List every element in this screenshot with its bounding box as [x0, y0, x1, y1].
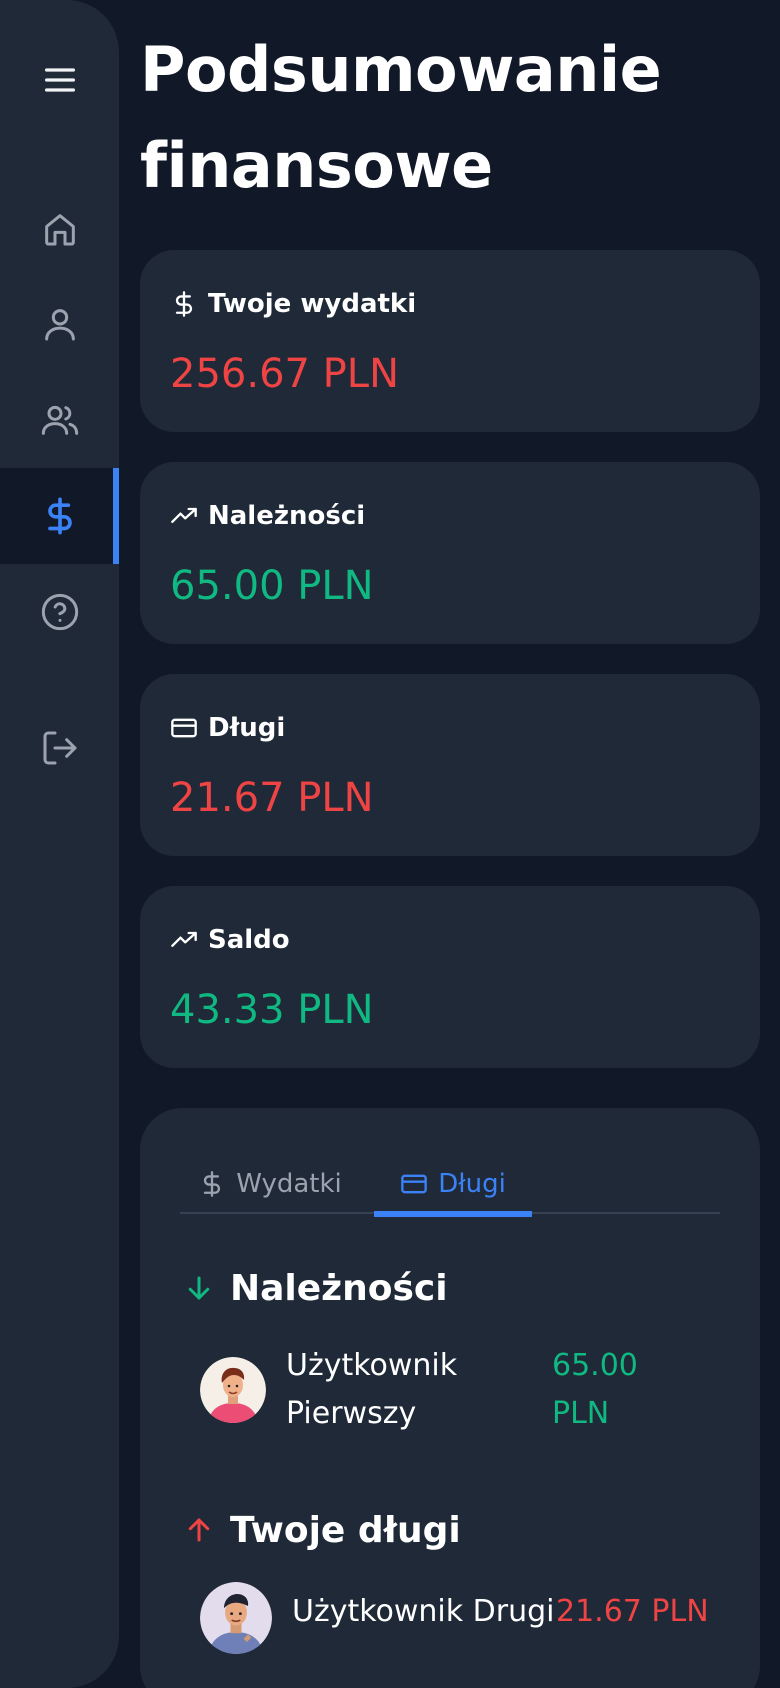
tab-label: Długi — [438, 1169, 506, 1199]
person-amount: 21.67 PLN — [556, 1594, 709, 1629]
list-item[interactable]: Użytkownik Pierwszy 65.00 PLN — [200, 1342, 740, 1438]
sidebar-item-logout[interactable] — [0, 700, 119, 796]
menu-button[interactable] — [0, 32, 119, 128]
tab-expenses[interactable]: Wydatki — [190, 1154, 350, 1214]
tab-debts[interactable]: Długi — [374, 1154, 532, 1217]
sidebar-item-home[interactable] — [0, 181, 119, 277]
home-icon — [44, 214, 75, 246]
stat-card-receivables: Należności 65.00 PLN — [140, 462, 760, 644]
stat-value: 43.33 PLN — [170, 987, 374, 1033]
stat-value: 65.00 PLN — [170, 563, 374, 609]
stat-card-expenses: Twoje wydatki 256.67 PLN — [140, 250, 760, 432]
stat-label: Twoje wydatki — [208, 289, 417, 319]
stat-value: 21.67 PLN — [170, 775, 374, 821]
sidebar-item-finances[interactable] — [0, 468, 119, 564]
section-title: Należności — [230, 1267, 448, 1309]
section-title: Twoje długi — [230, 1509, 461, 1551]
user-icon — [44, 309, 75, 341]
debts-heading: Twoje długi — [184, 1506, 461, 1554]
sidebar — [0, 0, 119, 1688]
tab-label: Wydatki — [236, 1169, 342, 1199]
person-name: Użytkownik Drugi — [292, 1594, 555, 1629]
credit-card-icon — [170, 714, 198, 742]
stat-card-balance: Saldo 43.33 PLN — [140, 886, 760, 1068]
dollar-icon — [47, 497, 72, 535]
users-icon — [41, 405, 78, 435]
person-name-line1: Użytkownik — [286, 1348, 458, 1383]
stat-label: Należności — [208, 501, 366, 531]
stat-label: Długi — [208, 713, 286, 743]
stat-card-header: Twoje wydatki — [170, 286, 416, 322]
tab-bar: Wydatki Długi — [180, 1154, 720, 1217]
help-circle-icon — [41, 593, 78, 631]
person-name-line2: Pierwszy — [286, 1396, 417, 1431]
logout-icon — [43, 731, 76, 765]
sidebar-item-profile[interactable] — [0, 276, 119, 372]
sidebar-item-help[interactable] — [0, 564, 119, 660]
stat-label: Saldo — [208, 925, 290, 955]
person-amount-line1: 65.00 — [552, 1348, 638, 1383]
arrow-down-icon — [188, 1276, 210, 1300]
stat-card-debts: Długi 21.67 PLN — [140, 674, 760, 856]
stat-value: 256.67 PLN — [170, 351, 400, 397]
list-item[interactable]: Użytkownik Drugi 21.67 PLN — [200, 1576, 740, 1654]
credit-card-icon — [401, 1174, 428, 1194]
dollar-icon — [170, 290, 198, 318]
stat-card-header: Należności — [170, 498, 365, 534]
trending-up-icon — [170, 502, 198, 530]
sidebar-item-friends[interactable] — [0, 372, 119, 468]
dollar-icon — [204, 1171, 221, 1197]
avatar — [200, 1357, 266, 1423]
receivables-heading: Należności — [184, 1264, 448, 1312]
stat-card-header: Saldo — [170, 922, 290, 958]
hamburger-menu-icon — [44, 68, 75, 92]
person-amount-line2: PLN — [552, 1396, 610, 1431]
trending-up-icon — [170, 926, 198, 954]
arrow-up-icon — [188, 1518, 210, 1542]
avatar — [200, 1582, 272, 1654]
details-panel: Wydatki Długi Należności Użytkownik Pier… — [140, 1108, 760, 1688]
stat-card-header: Długi — [170, 710, 285, 746]
app: Podsumowanie finansowe Twoje wydatki 256… — [0, 0, 780, 1688]
page-title: Podsumowanie finansowe — [140, 33, 662, 202]
